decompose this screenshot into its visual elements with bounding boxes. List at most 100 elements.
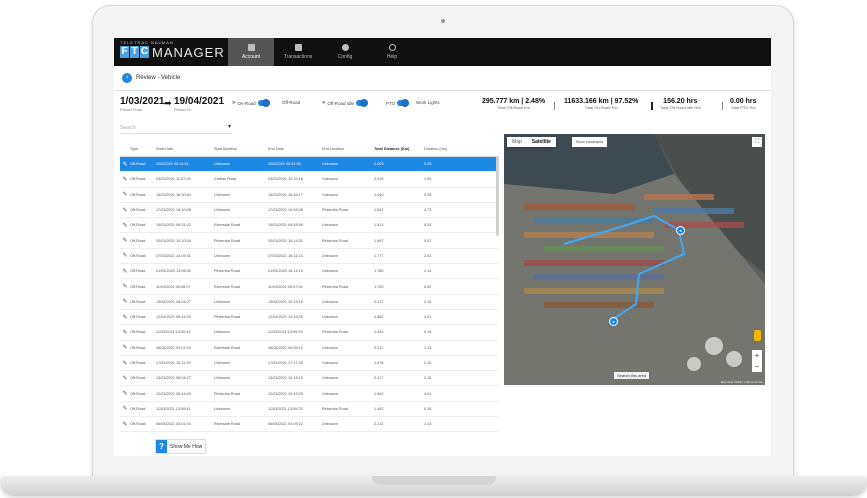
period-to[interactable]: 19/04/2021 Period To [174, 96, 224, 112]
table-row[interactable]: ✎ Off-Road 03/03/2021 11:07:03 Civilian Roa… [120, 172, 498, 188]
table-row[interactable]: ✎ Off-Road 12/03/2021 06:44:03 Pinkenba Roa… [120, 386, 498, 402]
map-type-control: Map Satellite [507, 137, 556, 147]
edit-icon[interactable]: ✎ [120, 283, 130, 290]
table-cell: Off-Road [130, 238, 146, 243]
table-cell: 17/04/2021 17:17:26 [268, 361, 303, 365]
edit-icon[interactable]: ✎ [120, 161, 130, 168]
table-cell: 11/03/2021 13:09:25 [268, 330, 303, 335]
satellite-map[interactable]: Map Satellite Show Landmarks ⛶ ● ● + − S… [504, 134, 765, 385]
nav-tab-transactions[interactable]: Transactions [275, 38, 321, 66]
column-header[interactable]: End Date [268, 147, 322, 151]
edit-icon[interactable]: ✎ [120, 390, 130, 397]
toggle-label: Work Lights [416, 100, 440, 105]
edit-icon[interactable]: ✎ [120, 314, 130, 321]
edit-icon[interactable]: ✎ [120, 252, 130, 259]
search-input[interactable]: Search [120, 124, 232, 134]
table-row[interactable]: ✎ Off-Road 06/04/2021 03:01:04 Riverside Ro… [120, 341, 498, 356]
map-attribution: Map data ©2021 | Terms of Use [720, 380, 763, 384]
search-this-area-button[interactable]: Search this area [614, 372, 650, 379]
toggle-work-lights[interactable]: Work Lights [416, 100, 440, 105]
street-view-pegman-icon[interactable] [754, 330, 761, 341]
back-icon[interactable]: › [122, 73, 132, 83]
app-screen: TELETRAC NAVMAN F T C MANAGER Account Tr… [114, 38, 771, 456]
edit-icon[interactable]: ✎ [120, 191, 130, 198]
column-header[interactable]: Total Distance (Km) [374, 147, 424, 151]
table-cell: 13/03/2021 08:04:27 [156, 376, 191, 381]
toggle-on-road[interactable]: » On-Road [232, 99, 270, 107]
edit-icon[interactable]: ✎ [120, 360, 130, 367]
table-cell: Riverside Road [214, 422, 240, 427]
chevrons-icon: » [232, 100, 236, 106]
table-row[interactable]: ✎ Off-Road 11/03/2021 13:00:41 Unknown 11/03… [120, 402, 498, 418]
toggle-off-road[interactable]: Off-Road [282, 100, 300, 105]
period-from[interactable]: 1/03/2021 Period From [120, 96, 165, 112]
table-row[interactable]: ✎ Off-Road 17/03/2021 15:10:08 Unknown 17/03… [120, 203, 498, 219]
nav-tab-help[interactable]: Help [369, 38, 415, 66]
brand-logo[interactable]: TELETRAC NAVMAN F T C MANAGER [118, 40, 226, 64]
edit-icon[interactable]: ✎ [120, 207, 130, 214]
zoom-out-button[interactable]: − [752, 361, 762, 372]
show-me-how-button[interactable]: ? Show Me How [155, 439, 207, 454]
edit-icon[interactable]: ✎ [120, 405, 130, 412]
table-cell: Riverside Road [214, 223, 240, 228]
stat-value: 11633.166 km | 97.52% [564, 98, 639, 105]
table-row[interactable]: ✎ Off-Road 19/03/2021 09:31:22 Riverside Ro… [120, 218, 498, 234]
zoom-in-button[interactable]: + [752, 350, 762, 361]
nav-tab-config[interactable]: Config [322, 38, 368, 66]
table-row[interactable]: ✎ Off-Road 01/04/2021 13:06:00 Pinkenba Roa… [120, 264, 498, 280]
table-row[interactable]: ✎ Off-Road 06/04/2021 03:01:04 Riverside Ro… [120, 417, 498, 433]
table-cell: Pinkenba Road [214, 238, 240, 243]
table-body: ✎ Off-Road 1/03/2021 00:14:11 Unknown 1/03/2… [120, 157, 498, 434]
table-scrollbar[interactable] [496, 156, 499, 236]
table-row[interactable]: ✎ Off-Road 20/03/2021 10:10:34 Pinkenba Roa… [120, 233, 498, 249]
show-landmarks-checkbox[interactable]: Show Landmarks [572, 137, 608, 147]
table-row[interactable]: ✎Off-Road17/04/2021 15:11:29Unknown17/04… [120, 432, 498, 434]
table-row[interactable]: ✎ Off-Road 13/03/2021 08:04:27 Unknown 13/03… [120, 371, 498, 387]
edit-icon[interactable]: ✎ [120, 329, 130, 336]
chevron-down-icon[interactable]: ▾ [228, 123, 231, 130]
toggle-switch[interactable] [356, 99, 369, 107]
edit-icon[interactable]: ✎ [120, 298, 130, 305]
toggle-label: On-Road [237, 100, 256, 106]
table-cell: 12/04/2021 06:44:03 [156, 315, 191, 320]
edit-icon[interactable]: ✎ [120, 268, 130, 275]
column-header[interactable]: Start Date [156, 147, 214, 151]
gear-icon [341, 44, 349, 51]
toggle-switch[interactable] [257, 99, 270, 107]
fullscreen-icon[interactable]: ⛶ [752, 137, 762, 147]
table-row[interactable]: ✎ Off-Road 27/03/2021 14:09:31 Unknown 27/03… [120, 249, 498, 265]
table-cell: 03/03/2021 11:07:03 [156, 177, 191, 182]
edit-icon[interactable]: ✎ [120, 222, 130, 229]
table-row[interactable]: ✎ Off-Road 15/03/2021 16:30:54 Unknown 15/03… [120, 188, 498, 203]
table-cell: Unknown [214, 406, 230, 411]
table-row[interactable]: ✎Off-Road17/04/2021 15:11:29Unknown17/04… [120, 356, 498, 372]
map-view-button[interactable]: Map [507, 137, 527, 147]
column-header[interactable]: End Location [322, 147, 374, 151]
period-from-date: 1/03/2021 [120, 96, 165, 107]
table-cell: 27/03/2021 14:09:31 [156, 253, 191, 258]
column-header[interactable]: Type [130, 147, 156, 151]
toggle-switch[interactable] [397, 99, 410, 107]
table-row[interactable]: ✎ Off-Road 1/03/2021 00:14:11 Unknown 1/03/2… [120, 157, 498, 173]
column-header[interactable]: Duration (hrs) [424, 147, 464, 151]
table-cell: 0.15 [424, 406, 432, 411]
edit-icon[interactable]: ✎ [120, 237, 130, 244]
nav-tab-account[interactable]: Account [228, 38, 274, 66]
table-row[interactable]: ✎ Off-Road 11/04/2021 05:06:07 Riverside Ro… [120, 279, 498, 295]
table-cell: 4.73 [424, 208, 432, 213]
edit-icon[interactable]: ✎ [120, 344, 130, 351]
table-row[interactable]: ✎ Off-Road 12/04/2021 06:44:03 Pinkenba Roa… [120, 310, 498, 326]
toggle-pto[interactable]: PTO [386, 99, 410, 107]
edit-icon[interactable]: ✎ [120, 421, 130, 428]
satellite-view-button[interactable]: Satellite [526, 137, 556, 147]
map-marker-icon[interactable]: ● [676, 226, 685, 235]
table-row[interactable]: ✎ Off-Road 11/03/2021 13:00:41 Unknown 11/03… [120, 325, 498, 341]
table-row[interactable]: ✎ Off-Road 13/04/2021 08:04:27 Unknown 13/04… [120, 295, 498, 310]
edit-icon[interactable]: ✎ [120, 176, 130, 183]
map-marker-icon[interactable]: ● [609, 317, 618, 326]
toggle-off-road-idle[interactable]: » Off-Road Idle [322, 99, 369, 107]
edit-icon[interactable]: ✎ [120, 375, 130, 382]
column-header[interactable]: Start Address [214, 147, 268, 151]
table-cell: Off-Road [130, 284, 146, 289]
table-cell: Riverside Road [214, 345, 240, 350]
